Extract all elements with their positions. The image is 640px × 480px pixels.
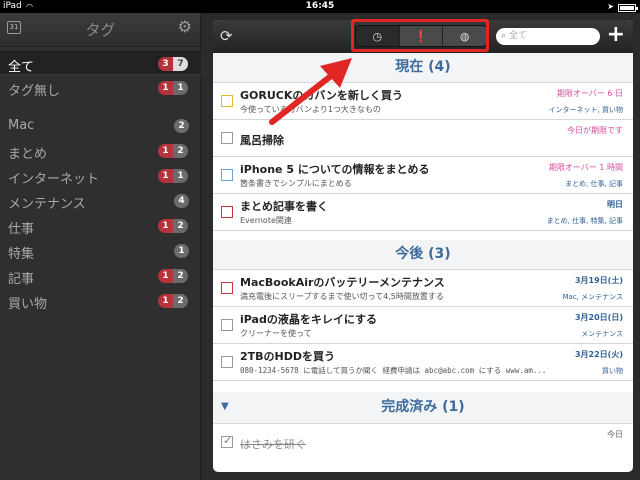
collapse-triangle-icon[interactable]: ▼ [221, 392, 229, 422]
task-checkbox[interactable] [221, 434, 233, 448]
count-badge: 12 [158, 144, 188, 158]
task-note: 080-1234-5678 に電話して買うか聞く 経費申請は abc@abc.c… [240, 366, 547, 375]
sidebar-item-label: インターネット [8, 172, 100, 187]
task-checkbox[interactable] [221, 282, 233, 294]
task-title: 風呂掃除 [240, 134, 284, 147]
task-note: クリーナーを使って [240, 329, 312, 338]
task-tags: メンテナンス [581, 330, 623, 338]
task-title: 2TBのHDDを買う [240, 350, 336, 363]
task-checkbox[interactable] [221, 356, 233, 368]
sidebar-item-work[interactable]: 仕事 12 [0, 214, 201, 238]
task-checkbox[interactable] [221, 319, 233, 331]
task-row[interactable]: MacBookAirのバッテリーメンテナンス 満充電後にスリープするまで使い切っ… [213, 270, 633, 307]
sidebar-item-label: 買い物 [8, 297, 48, 312]
sidebar-item-maintenance[interactable]: メンテナンス 4 [0, 189, 201, 213]
task-row[interactable]: 風呂掃除 今日が期限です [213, 120, 633, 157]
task-due: 期限オーバー 6 日 [556, 89, 623, 98]
task-due: 3月22日(火) [574, 350, 623, 359]
count-badge: 2 [174, 119, 189, 133]
task-row[interactable]: 2TBのHDDを買う 080-1234-5678 に電話して買うか聞く 経費申請… [213, 344, 633, 381]
task-note: 満充電後にスリープするまで使い切って4,5時間放置する [240, 292, 444, 301]
task-row[interactable]: iPhone 5 についての情報をまとめる 箇条書きでシンプルにまとめる 期限オ… [213, 157, 633, 194]
section-current: 現在 (4) [213, 53, 633, 83]
count-badge: 37 [158, 57, 188, 71]
sidebar-item-mac[interactable]: Mac 2 [0, 114, 201, 138]
sidebar-item-label: 仕事 [8, 222, 35, 237]
task-checkbox[interactable] [221, 206, 233, 218]
count-badge: 11 [158, 169, 188, 183]
section-done[interactable]: ▼ 完成済み (1) [213, 392, 633, 424]
task-row[interactable]: まとめ記事を書く Evernote関連 明日 まとめ, 仕事, 特集, 記事 [213, 194, 633, 231]
task-panel: ⟳ ◷ ❗ ◍ ⌕ 全て + 現在 (4) GORUCKのカバンを新しく買う 今使… [213, 20, 633, 472]
task-title: MacBookAirのバッテリーメンテナンス [240, 276, 445, 289]
sidebar-item-label: 特集 [8, 247, 35, 262]
count-badge: 12 [158, 269, 188, 283]
sidebar-title: タグ [85, 21, 116, 39]
clock: 16:45 [305, 1, 335, 11]
sidebar-item-feature[interactable]: 特集 1 [0, 239, 201, 263]
annotation-highlight-box [351, 19, 489, 52]
task-title: iPadの液晶をキレイにする [240, 313, 377, 326]
sidebar-item-matome[interactable]: まとめ 12 [0, 139, 201, 163]
sidebar-item-untagged[interactable]: タグ無し 11 [0, 76, 201, 100]
count-badge: 1 [174, 244, 189, 258]
task-title: まとめ記事を書く [240, 200, 328, 213]
tag-sidebar: 31 タグ ⚙ 全て 37 タグ無し 11 Mac 2 まとめ 12 インターネ… [0, 13, 201, 480]
location-icon: ➤ [607, 2, 614, 11]
sidebar-item-label: メンテナンス [8, 197, 86, 212]
battery-icon [618, 3, 638, 12]
sidebar-item-shopping[interactable]: 買い物 12 [0, 289, 201, 313]
task-checkbox[interactable] [221, 132, 233, 144]
sidebar-item-label: 記事 [8, 272, 35, 287]
search-field[interactable]: ⌕ 全て [496, 28, 600, 45]
sidebar-item-label: Mac [8, 118, 35, 133]
task-tags: まとめ, 仕事, 特集, 記事 [546, 217, 623, 225]
sidebar-item-all[interactable]: 全て 37 [0, 51, 201, 75]
sidebar-item-label: まとめ [8, 147, 48, 162]
task-checkbox[interactable] [221, 95, 233, 107]
search-placeholder: 全て [509, 31, 528, 41]
sidebar-item-label: 全て [8, 60, 35, 75]
task-due: 期限オーバー 1 時間 [548, 163, 623, 172]
task-due: 3月19日(土) [574, 276, 623, 285]
task-title: はさみを研ぐ [240, 438, 306, 451]
status-bar: iPad ◠ 16:45 ➤ [0, 0, 640, 13]
sidebar-item-internet[interactable]: インターネット 11 [0, 164, 201, 188]
task-note: 今使っているカバンより1つ大きなもの [240, 105, 381, 114]
task-due: 3月20日(日) [574, 313, 623, 322]
task-tags: Mac, メンテナンス [562, 293, 624, 301]
gear-icon[interactable]: ⚙ [178, 17, 192, 36]
task-tags: 買い物 [602, 367, 623, 375]
sidebar-item-label: タグ無し [8, 84, 61, 99]
task-note: Evernote関連 [240, 216, 292, 225]
task-due: 今日 [607, 430, 623, 439]
task-row[interactable]: はさみを研ぐ 今日 [213, 424, 633, 461]
task-tags: まとめ, 仕事, 記事 [565, 180, 623, 188]
task-due: 今日が期限です [567, 126, 623, 135]
add-task-button[interactable]: + [607, 22, 625, 47]
task-checkbox[interactable] [221, 169, 233, 181]
refresh-icon[interactable]: ⟳ [220, 27, 233, 45]
task-due: 明日 [607, 200, 623, 209]
sidebar-header: 31 タグ ⚙ [0, 13, 200, 47]
count-badge: 12 [158, 219, 188, 233]
task-row[interactable]: iPadの液晶をキレイにする クリーナーを使って 3月20日(日) メンテナンス [213, 307, 633, 344]
count-badge: 4 [174, 194, 189, 208]
search-icon: ⌕ [501, 31, 507, 41]
task-tags: インターネット, 買い物 [548, 106, 623, 114]
task-row[interactable]: GORUCKのカバンを新しく買う 今使っているカバンより1つ大きなもの 期限オー… [213, 83, 633, 120]
count-badge: 11 [158, 81, 188, 95]
task-title: GORUCKのカバンを新しく買う [240, 89, 403, 102]
sidebar-item-article[interactable]: 記事 12 [0, 264, 201, 288]
count-badge: 12 [158, 294, 188, 308]
task-note: 箇条書きでシンプルにまとめる [240, 179, 352, 188]
section-later: 今後 (3) [213, 240, 633, 270]
task-title: iPhone 5 についての情報をまとめる [240, 163, 430, 176]
